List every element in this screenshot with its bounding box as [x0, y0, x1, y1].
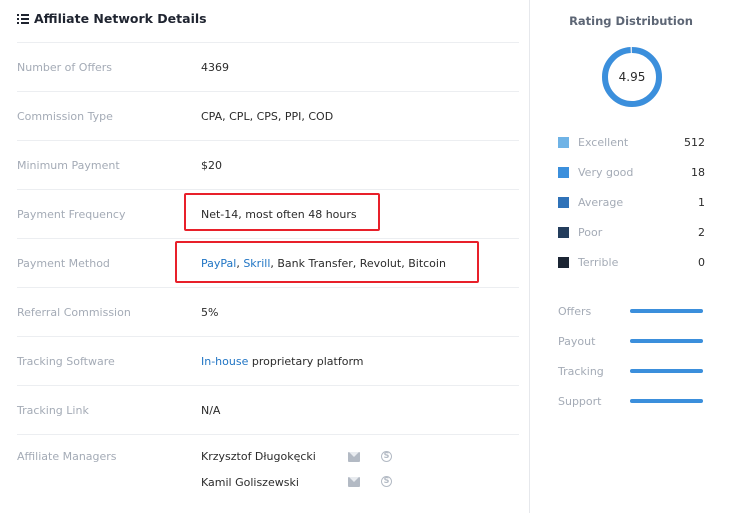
- mail-icon[interactable]: [348, 452, 360, 462]
- row-label: Payment Method: [17, 256, 110, 270]
- dist-label: Average: [578, 195, 624, 209]
- row-label: Minimum Payment: [17, 158, 120, 172]
- rating-distribution-title: Rating Distribution: [569, 14, 693, 28]
- dist-count: 18: [691, 165, 705, 179]
- row-label: Referral Commission: [17, 305, 131, 319]
- in-house-link[interactable]: In-house: [201, 355, 248, 368]
- row-tracking-link: Tracking Link N/A: [17, 385, 519, 434]
- dist-count: 2: [698, 225, 705, 239]
- dist-label: Terrible: [578, 255, 619, 269]
- dist-row-poor: Poor 2: [558, 224, 705, 240]
- highlight-box-payment-method: [175, 241, 479, 283]
- bar-track: [630, 339, 703, 343]
- panel-title: Affiliate Network Details: [17, 11, 207, 26]
- score-bar-payout: Payout: [558, 333, 705, 349]
- swatch: [558, 226, 569, 238]
- row-value: CPA, CPL, CPS, PPI, COD: [201, 109, 334, 123]
- row-label: Commission Type: [17, 109, 113, 123]
- list-icon: [17, 13, 29, 24]
- row-value: $20: [201, 158, 222, 172]
- swatch: [558, 196, 569, 208]
- row-commission-type: Commission Type CPA, CPL, CPS, PPI, COD: [17, 91, 519, 140]
- score-bar-support: Support: [558, 393, 705, 409]
- dist-count: 1: [698, 195, 705, 209]
- bar-fill: [630, 309, 703, 313]
- bar-label: Offers: [558, 304, 592, 318]
- manager-name: Krzysztof Długokęcki: [201, 450, 316, 463]
- dist-row-terrible: Terrible 0: [558, 254, 705, 270]
- bar-label: Support: [558, 394, 602, 408]
- dist-label: Poor: [578, 225, 603, 239]
- score-bar-tracking: Tracking: [558, 363, 705, 379]
- dist-row-very-good: Very good 18: [558, 164, 705, 180]
- dist-count: 512: [684, 135, 705, 149]
- row-label: Tracking Software: [17, 354, 115, 368]
- swatch: [558, 256, 569, 268]
- bar-label: Tracking: [558, 364, 604, 378]
- manager-name: Kamil Goliszewski: [201, 476, 299, 489]
- rating-score: 4.95: [618, 70, 646, 84]
- row-value: In-house proprietary platform: [201, 355, 364, 368]
- affiliate-details-panel: Affiliate Network Details Number of Offe…: [0, 0, 530, 513]
- bar-fill: [630, 369, 703, 373]
- score-bar-offers: Offers: [558, 303, 705, 319]
- swatch: [558, 166, 569, 178]
- row-value: 5%: [201, 305, 219, 319]
- dist-count: 0: [698, 255, 705, 269]
- bar-track: [630, 369, 703, 373]
- row-minimum-payment: Minimum Payment $20: [17, 140, 519, 189]
- row-number-of-offers: Number of Offers 4369: [17, 42, 519, 91]
- dist-label: Excellent: [578, 135, 629, 149]
- row-tracking-software: Tracking Software In-house proprietary p…: [17, 336, 519, 385]
- bar-track: [630, 399, 703, 403]
- bar-track: [630, 309, 703, 313]
- row-referral-commission: Referral Commission 5%: [17, 287, 519, 336]
- row-label: Affiliate Managers: [17, 450, 117, 463]
- row-affiliate-managers: Affiliate Managers Krzysztof Długokęcki …: [17, 434, 519, 504]
- panel-title-text: Affiliate Network Details: [34, 11, 207, 26]
- highlight-box-frequency: [184, 193, 380, 231]
- dist-row-excellent: Excellent 512: [558, 134, 705, 150]
- row-label: Number of Offers: [17, 60, 113, 74]
- dist-label: Very good: [578, 165, 634, 179]
- swatch: [558, 136, 569, 148]
- rating-panel: Rating Distribution 4.95 Excellent 512 V…: [531, 0, 731, 513]
- row-label: Payment Frequency: [17, 207, 126, 221]
- row-value: N/A: [201, 403, 221, 417]
- bar-fill: [630, 339, 703, 343]
- skype-icon[interactable]: S: [381, 476, 392, 487]
- dist-row-average: Average 1: [558, 194, 705, 210]
- bar-fill: [630, 399, 703, 403]
- row-label: Tracking Link: [17, 403, 89, 417]
- bar-label: Payout: [558, 334, 596, 348]
- mail-icon[interactable]: [348, 477, 360, 487]
- offers-count-link[interactable]: 4369: [201, 61, 229, 74]
- tracking-software-rest: proprietary platform: [248, 354, 364, 368]
- skype-icon[interactable]: S: [381, 451, 392, 462]
